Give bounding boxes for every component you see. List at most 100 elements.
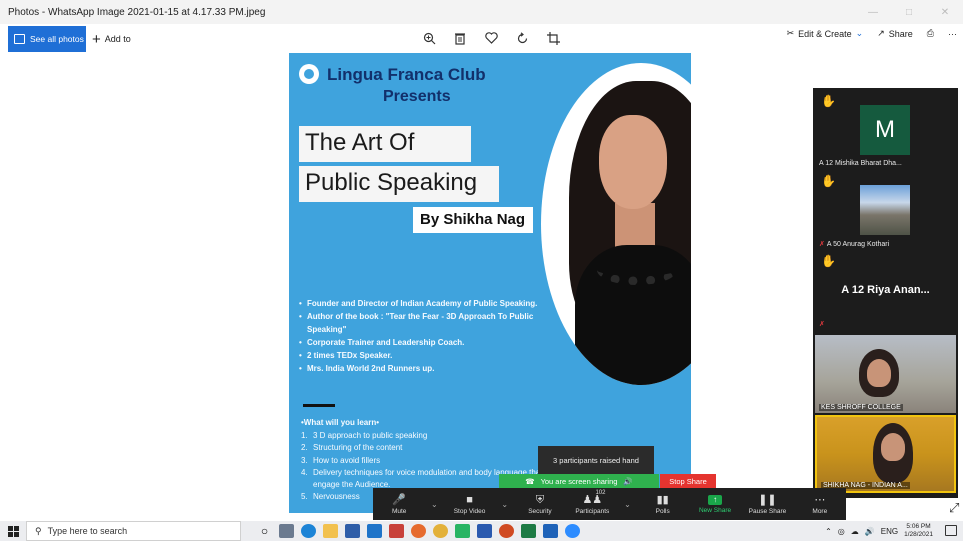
pinned-apps: ○ xyxy=(257,524,580,538)
phone-icon: ☎ xyxy=(525,476,535,486)
speaker-bio-list: Founder and Director of Indian Academy o… xyxy=(299,297,559,375)
audio-icon: 🔊 xyxy=(623,476,633,486)
desktop: Photos - WhatsApp Image 2021-01-15 at 4.… xyxy=(0,0,963,541)
network-icon[interactable]: ◎ xyxy=(838,527,845,536)
whatsapp-icon[interactable] xyxy=(455,524,470,538)
more-options-button[interactable]: ··· xyxy=(948,29,957,39)
edge-icon[interactable] xyxy=(301,524,316,538)
photos-app-icon[interactable] xyxy=(543,524,558,538)
learn-item: 2. Structuring of the content xyxy=(301,443,403,453)
participants-chevron-icon[interactable]: ⌄ xyxy=(619,488,637,520)
share-label: Share xyxy=(888,28,913,39)
title-line-2-text: Public Speaking xyxy=(305,169,478,196)
polls-label: Polls xyxy=(655,507,670,515)
zoom-icon[interactable] xyxy=(420,28,438,48)
delete-icon[interactable] xyxy=(451,28,469,48)
windows-logo-icon xyxy=(7,525,19,537)
stop-video-label: Stop Video xyxy=(453,507,486,515)
participant-gallery: ✋ M A 12 Mishika Bharat Dha... ✋ ✗ A 50 A… xyxy=(813,88,958,498)
participant-video-active[interactable]: SHIKHA NAG - INDIAN A... xyxy=(815,415,956,493)
muted-mic-icon: ✗ xyxy=(819,241,825,248)
participant-video[interactable]: KES SHROFF COLLEGE xyxy=(815,335,956,413)
bio-item: Corporate Trainer and Leadership Coach. xyxy=(299,336,559,349)
toolbar-right: ✂ Edit & Create ⌄ ↗ Share ⎙ ··· xyxy=(787,28,957,39)
store-icon[interactable] xyxy=(345,524,360,538)
start-button[interactable] xyxy=(0,521,26,541)
audio-options-chevron-icon[interactable]: ⌄ xyxy=(425,488,443,520)
video-camera-icon: ■ xyxy=(466,493,473,506)
powerpoint-icon[interactable] xyxy=(499,524,514,538)
security-label: Security xyxy=(528,507,552,515)
video-options-chevron-icon[interactable]: ⌄ xyxy=(496,488,514,520)
language-indicator[interactable]: ENG xyxy=(881,527,898,536)
onedrive-icon[interactable]: ☁ xyxy=(851,527,859,536)
new-share-label: New Share xyxy=(698,506,732,514)
file-explorer-icon[interactable] xyxy=(323,524,338,538)
chrome-icon[interactable] xyxy=(433,524,448,538)
bio-item: Mrs. India World 2nd Runners up. xyxy=(299,362,559,375)
add-to-label: Add to xyxy=(104,34,131,44)
windows-taskbar: ⚲ Type here to search ○ ⌃ ◎ ☁ 🔊 ENG 5:06… xyxy=(0,521,963,541)
stop-share-label: Stop Share xyxy=(669,476,707,486)
security-button[interactable]: ⛨ Security xyxy=(514,488,566,520)
crop-icon[interactable] xyxy=(544,28,562,48)
sharing-label: You are screen sharing xyxy=(540,476,618,486)
clock-time: 5:06 PM xyxy=(906,523,931,530)
muted-mic-icon: ✗ xyxy=(819,321,825,328)
taskbar-search[interactable]: ⚲ Type here to search xyxy=(26,521,241,541)
learn-title: •What will you learn• xyxy=(301,418,380,427)
raised-hand-icon: ✋ xyxy=(821,174,836,188)
notification-center-icon[interactable] xyxy=(945,525,957,536)
polls-button[interactable]: ▮▮ Polls xyxy=(637,488,689,520)
speaker-byline: By Shikha Nag xyxy=(413,207,533,233)
raised-hands-notice[interactable]: 3 participants raised hand xyxy=(538,446,654,474)
stop-video-button[interactable]: ■ Stop Video xyxy=(443,488,495,520)
participant-name: A 12 Mishika Bharat Dha... xyxy=(819,160,902,167)
print-icon[interactable]: ⎙ xyxy=(927,28,934,39)
volume-icon[interactable]: 🔊 xyxy=(865,527,875,536)
word-icon[interactable] xyxy=(477,524,492,538)
share-screen-icon: ↑ xyxy=(708,494,723,505)
favorite-icon[interactable] xyxy=(482,28,500,48)
clock[interactable]: 5:06 PM 1/28/2021 xyxy=(904,523,933,539)
search-icon: ⚲ xyxy=(35,525,42,536)
bio-item: 2 times TEDx Speaker. xyxy=(299,349,559,362)
video-face xyxy=(881,433,905,461)
expand-icon[interactable]: ⤢ xyxy=(949,500,959,516)
minimize-button[interactable]: — xyxy=(855,0,891,24)
close-button[interactable]: ✕ xyxy=(927,0,963,24)
bio-item: Founder and Director of Indian Academy o… xyxy=(299,297,559,310)
firefox-icon[interactable] xyxy=(411,524,426,538)
learn-item: 3. How to avoid fillers xyxy=(301,455,381,465)
more-button[interactable]: ⋯ More xyxy=(794,488,846,520)
cortana-icon[interactable]: ○ xyxy=(257,524,272,538)
bio-item: Author of the book : "Tear the Fear - 3D… xyxy=(299,310,559,336)
show-hidden-icons-icon[interactable]: ⌃ xyxy=(825,527,832,536)
app-icon[interactable] xyxy=(389,524,404,538)
raised-hand-icon: ✋ xyxy=(821,94,836,108)
participants-button[interactable]: ♟♟ 102 Participants xyxy=(566,488,618,520)
task-view-icon[interactable] xyxy=(279,524,294,538)
zoom-app-icon[interactable] xyxy=(565,524,580,538)
polls-icon: ▮▮ xyxy=(656,493,669,506)
mute-button[interactable]: 🎤 Mute xyxy=(373,488,425,520)
share-button[interactable]: ↗ Share xyxy=(877,28,913,39)
title-line-2: Public Speaking xyxy=(299,166,499,202)
pause-share-button[interactable]: ❚❚ Pause Share xyxy=(741,488,793,520)
add-to-button[interactable]: + Add to xyxy=(92,26,131,52)
stop-share-button[interactable]: Stop Share xyxy=(660,474,716,488)
see-all-photos-button[interactable]: See all photos xyxy=(8,26,86,52)
mail-icon[interactable] xyxy=(367,524,382,538)
mute-label: Mute xyxy=(391,507,407,515)
rotate-icon[interactable] xyxy=(513,28,531,48)
participant-name: A 12 Riya Anan... xyxy=(841,284,930,296)
excel-icon[interactable] xyxy=(521,524,536,538)
presents-text: Presents xyxy=(383,88,451,105)
maximize-button[interactable]: □ xyxy=(891,0,927,24)
edit-create-button[interactable]: ✂ Edit & Create ⌄ xyxy=(787,28,864,39)
learn-item: 1. 3 D approach to public speaking xyxy=(301,431,428,440)
photos-toolbar: See all photos + Add to ✂ Edit & Create … xyxy=(0,24,963,54)
see-all-label: See all photos xyxy=(30,34,84,44)
participant-photo xyxy=(860,185,910,235)
new-share-button[interactable]: ↑ New Share xyxy=(689,488,741,520)
